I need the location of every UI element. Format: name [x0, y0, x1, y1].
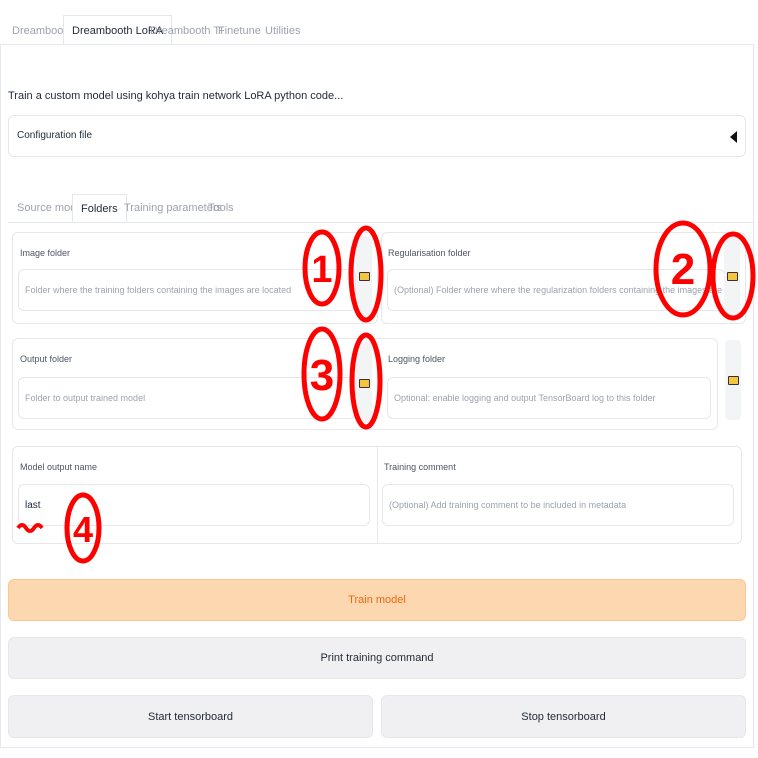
annotation-2: 2 — [671, 245, 695, 294]
annotation-circle — [348, 225, 384, 323]
annotation-squiggle — [16, 523, 44, 533]
annotation-4: 4 — [73, 509, 93, 550]
annotation-circle — [710, 231, 756, 321]
annotation-1: 1 — [311, 249, 332, 291]
annotation-3: 3 — [310, 351, 334, 400]
annotation-overlay: 1 2 3 4 — [16, 220, 756, 564]
annotation-circle — [349, 332, 383, 430]
